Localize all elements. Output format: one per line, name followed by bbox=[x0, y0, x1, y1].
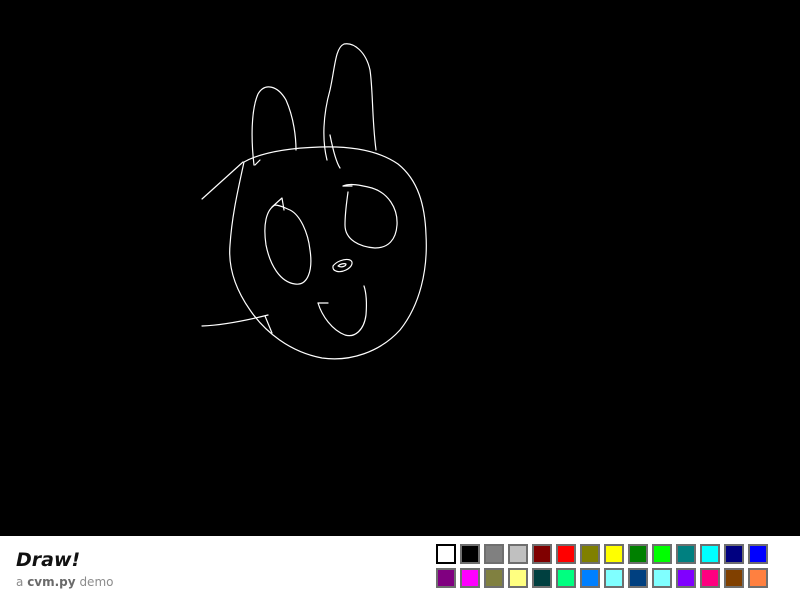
color-swatch-6[interactable] bbox=[556, 544, 576, 564]
subtitle-suffix: demo bbox=[79, 575, 114, 589]
color-swatch-26[interactable] bbox=[700, 568, 720, 588]
color-swatch-23[interactable] bbox=[628, 568, 648, 588]
color-swatch-27[interactable] bbox=[724, 568, 744, 588]
color-swatch-22[interactable] bbox=[604, 568, 624, 588]
color-swatch-5[interactable] bbox=[532, 544, 552, 564]
color-swatch-9[interactable] bbox=[628, 544, 648, 564]
color-palette bbox=[436, 544, 768, 588]
color-swatch-15[interactable] bbox=[436, 568, 456, 588]
app-title: Draw! bbox=[16, 549, 81, 571]
stroke-mouth bbox=[317, 285, 367, 337]
color-swatch-14[interactable] bbox=[748, 544, 768, 564]
stroke-nose-outer bbox=[332, 258, 353, 273]
color-swatch-17[interactable] bbox=[484, 568, 504, 588]
color-swatch-11[interactable] bbox=[676, 544, 696, 564]
subtitle-prefix: a bbox=[16, 575, 24, 589]
color-swatch-19[interactable] bbox=[532, 568, 552, 588]
color-swatch-28[interactable] bbox=[748, 568, 768, 588]
drawing-surface bbox=[201, 43, 427, 360]
color-swatch-25[interactable] bbox=[676, 568, 696, 588]
color-swatch-4[interactable] bbox=[508, 544, 528, 564]
color-swatch-1[interactable] bbox=[436, 544, 456, 564]
stroke-nose-inner bbox=[337, 263, 347, 268]
stroke-left-ear-inner bbox=[254, 159, 261, 166]
color-swatch-8[interactable] bbox=[604, 544, 624, 564]
drawing-canvas[interactable] bbox=[0, 0, 800, 536]
color-swatch-16[interactable] bbox=[460, 568, 480, 588]
color-swatch-10[interactable] bbox=[652, 544, 672, 564]
color-swatch-18[interactable] bbox=[508, 568, 528, 588]
stroke-right-eye bbox=[342, 183, 398, 249]
app-subtitle: a cvm.py demo bbox=[16, 574, 113, 590]
draw-app: Draw! a cvm.py demo bbox=[0, 0, 800, 600]
stroke-left-ear bbox=[251, 86, 297, 166]
footer-bar: Draw! a cvm.py demo bbox=[0, 536, 800, 600]
brand-block: Draw! a cvm.py demo bbox=[16, 548, 113, 590]
color-swatch-20[interactable] bbox=[556, 568, 576, 588]
color-swatch-7[interactable] bbox=[580, 544, 600, 564]
stroke-head-outline bbox=[229, 146, 427, 360]
stroke-right-ear-inner bbox=[329, 134, 341, 169]
stroke-left-eye-lash bbox=[271, 197, 285, 211]
color-swatch-2[interactable] bbox=[460, 544, 480, 564]
stroke-left-eye bbox=[264, 204, 312, 285]
color-swatch-21[interactable] bbox=[580, 568, 600, 588]
color-swatch-24[interactable] bbox=[652, 568, 672, 588]
color-swatch-12[interactable] bbox=[700, 544, 720, 564]
color-swatch-13[interactable] bbox=[724, 544, 744, 564]
subtitle-brand: cvm.py bbox=[27, 575, 76, 589]
color-swatch-3[interactable] bbox=[484, 544, 504, 564]
